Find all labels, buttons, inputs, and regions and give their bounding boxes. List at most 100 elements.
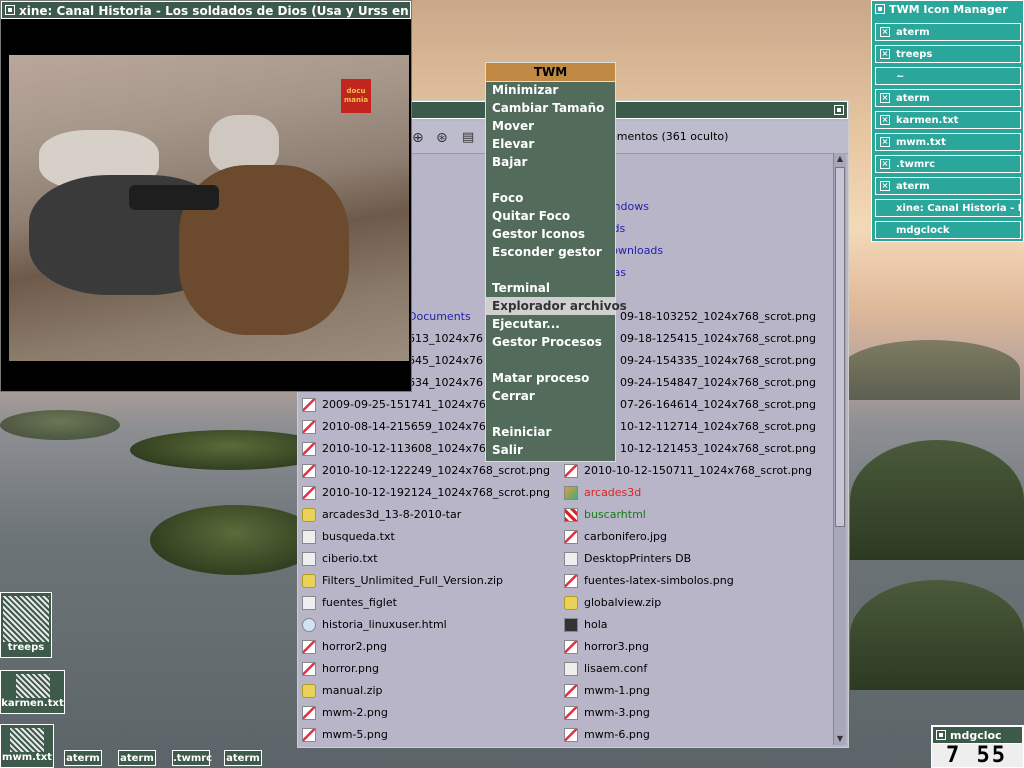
file-item[interactable]: 09-18-125415_1024x768_scrot.png (620, 329, 816, 349)
file-item[interactable]: 2010-08-14-215659_1024x76 (302, 417, 486, 437)
icon-manager-item[interactable]: ⨯ treeps (875, 45, 1021, 63)
file-item[interactable]: mwm-5.png (302, 725, 388, 745)
desktop-icon-mwm[interactable]: mwm.txt (0, 724, 54, 768)
menu-item[interactable]: Mover (486, 117, 615, 135)
file-item[interactable]: arcades3d_13-8-2010-tar (302, 505, 461, 525)
file-item[interactable]: Filters_Unlimited_Full_Version.zip (302, 571, 503, 591)
twm-menu[interactable]: TWM Minimizar Cambiar Tamaño Mover Elevar Ba… (485, 62, 627, 462)
zoom-fit-icon[interactable]: ⊛ (436, 130, 448, 146)
menu-item[interactable]: Explorador archivos (486, 297, 627, 315)
file-icon (302, 486, 316, 500)
iconified-twmrc[interactable]: .twmrc (172, 750, 212, 766)
scroll-up-icon[interactable]: ▲ (835, 153, 845, 165)
menu-item[interactable]: Bajar (486, 153, 615, 171)
icon-manager-item[interactable]: ⨯ mwm.txt (875, 133, 1021, 151)
file-item[interactable]: mwm-3.png (564, 703, 650, 723)
file-item[interactable]: lisaem.conf (564, 659, 647, 679)
file-item[interactable]: horror.png (302, 659, 379, 679)
file-item[interactable]: 10-12-121453_1024x768_scrot.png (620, 439, 816, 459)
file-item[interactable]: carbonifero.jpg (564, 527, 667, 547)
file-item[interactable]: 2010-10-12-192124_1024x768_scrot.png (302, 483, 550, 503)
icon-manager-item[interactable]: ⨯mdgclock (875, 221, 1021, 239)
xine-window[interactable]: xine: Canal Historia - Los soldados de D… (0, 0, 412, 392)
iconified-aterm[interactable]: aterm (118, 750, 156, 766)
icon-manager-item[interactable]: ⨯ karmen.txt (875, 111, 1021, 129)
icon-manager-item[interactable]: ⨯~ (875, 67, 1021, 85)
icon-manager-item[interactable]: ⨯xine: Canal Historia - Los (875, 199, 1021, 217)
file-item[interactable]: horror2.png (302, 637, 387, 657)
menu-item[interactable]: Gestor Iconos (486, 225, 615, 243)
list-view-icon[interactable]: ▤ (462, 130, 474, 145)
file-item[interactable]: fuentes_figlet (302, 593, 397, 613)
menu-item[interactable]: Elevar (486, 135, 615, 153)
file-item[interactable]: 613_1024x76 (408, 329, 483, 349)
file-item[interactable]: mwm-2.png (302, 703, 388, 723)
iconified-aterm[interactable]: aterm (64, 750, 102, 766)
menu-item[interactable]: Esconder gestor (486, 243, 615, 261)
scroll-thumb[interactable] (835, 167, 845, 527)
video-frame[interactable]: docu mania (9, 55, 409, 361)
file-item[interactable]: globalview.zip (564, 593, 661, 613)
icon-manager-item[interactable]: ⨯ aterm (875, 89, 1021, 107)
desktop-icon-treeps[interactable]: treeps (0, 592, 52, 658)
mdgclock-window[interactable]: mdgcloc 7 55 (931, 725, 1024, 768)
file-item[interactable]: mwm-6.png (564, 725, 650, 745)
file-item[interactable]: 2009-09-25-151741_1024x76 (302, 395, 486, 415)
file-item[interactable]: busqueda.txt (302, 527, 395, 547)
file-item[interactable]: horror3.png (564, 637, 649, 657)
file-item[interactable]: hola (564, 615, 608, 635)
file-item[interactable]: 2010-10-12-122249_1024x768_scrot.png (302, 461, 550, 481)
icon-manager-item[interactable]: ⨯ aterm (875, 177, 1021, 195)
menu-item[interactable]: Cerrar (486, 387, 615, 405)
file-item[interactable]: 07-26-164614_1024x768_scrot.png (620, 395, 816, 415)
file-name: 2010-10-12-192124_1024x768_scrot.png (322, 486, 550, 499)
file-item[interactable]: manual.zip (302, 681, 383, 701)
menu-item[interactable]: Salir (486, 441, 615, 459)
file-item[interactable]: 09-24-154335_1024x768_scrot.png (620, 351, 816, 371)
file-name: 09-24-154335_1024x768_scrot.png (620, 354, 816, 367)
menu-item[interactable]: Quitar Foco (486, 207, 615, 225)
vertical-scrollbar[interactable]: ▲ ▼ (833, 153, 846, 745)
iconify-icon[interactable] (936, 730, 946, 740)
iconify-icon[interactable] (5, 5, 15, 15)
file-item[interactable]: ciberio.txt (302, 549, 378, 569)
file-item[interactable]: 10-12-112714_1024x768_scrot.png (620, 417, 816, 437)
iconify-icon[interactable] (875, 4, 885, 14)
menu-item[interactable]: Cambiar Tamaño (486, 99, 615, 117)
file-item[interactable]: 634_1024x76 (408, 373, 483, 393)
file-icon (564, 596, 578, 610)
menu-item[interactable]: Matar proceso (486, 369, 615, 387)
menu-item[interactable]: Terminal (486, 279, 615, 297)
menu-item[interactable]: Gestor Procesos (486, 333, 615, 351)
file-name: fuentes-latex-simbolos.png (584, 574, 734, 587)
menu-item[interactable]: Minimizar (486, 81, 615, 99)
desktop-icon-karmen[interactable]: karmen.txt (0, 670, 65, 714)
clock-titlebar[interactable]: mdgcloc (932, 726, 1023, 744)
xine-titlebar[interactable]: xine: Canal Historia - Los soldados de D… (1, 1, 411, 19)
file-item[interactable]: 09-18-103252_1024x768_scrot.png (620, 307, 816, 327)
scroll-down-icon[interactable]: ▼ (835, 733, 845, 745)
file-item[interactable]: 2010-10-12-150711_1024x768_scrot.png (564, 461, 812, 481)
file-item[interactable]: fuentes-latex-simbolos.png (564, 571, 734, 591)
icon-manager[interactable]: TWM Icon Manager ⨯aterm ⨯treeps ⨯~ ⨯aterm ⨯k… (871, 0, 1024, 242)
file-item[interactable]: 09-24-154847_1024x768_scrot.png (620, 373, 816, 393)
file-item[interactable]: historia_linuxuser.html (302, 615, 447, 635)
file-item[interactable]: 645_1024x76 (408, 351, 483, 371)
file-item[interactable]: buscarhtml (564, 505, 646, 525)
menu-item[interactable]: Ejecutar... (486, 315, 615, 333)
menu-item[interactable]: Foco (486, 189, 615, 207)
file-item[interactable]: arcades3d (564, 483, 641, 503)
file-icon (302, 464, 316, 478)
icon-manager-item[interactable]: ⨯ aterm (875, 23, 1021, 41)
window-icon: ⨯ (880, 181, 890, 191)
menu-item[interactable]: Reiniciar (486, 423, 615, 441)
iconified-aterm[interactable]: aterm (224, 750, 262, 766)
file-item[interactable]: Documents (408, 307, 471, 327)
resize-icon[interactable] (834, 105, 844, 115)
icon-manager-item[interactable]: ⨯ .twmrc (875, 155, 1021, 173)
file-item[interactable]: mwm-1.png (564, 681, 650, 701)
zoom-in-icon[interactable]: ⊕ (412, 130, 424, 146)
file-item[interactable]: DesktopPrinters DB (564, 549, 691, 569)
file-item[interactable]: 2010-10-12-113608_1024x76 (302, 439, 486, 459)
icon-manager-titlebar[interactable]: TWM Icon Manager (872, 1, 1023, 19)
